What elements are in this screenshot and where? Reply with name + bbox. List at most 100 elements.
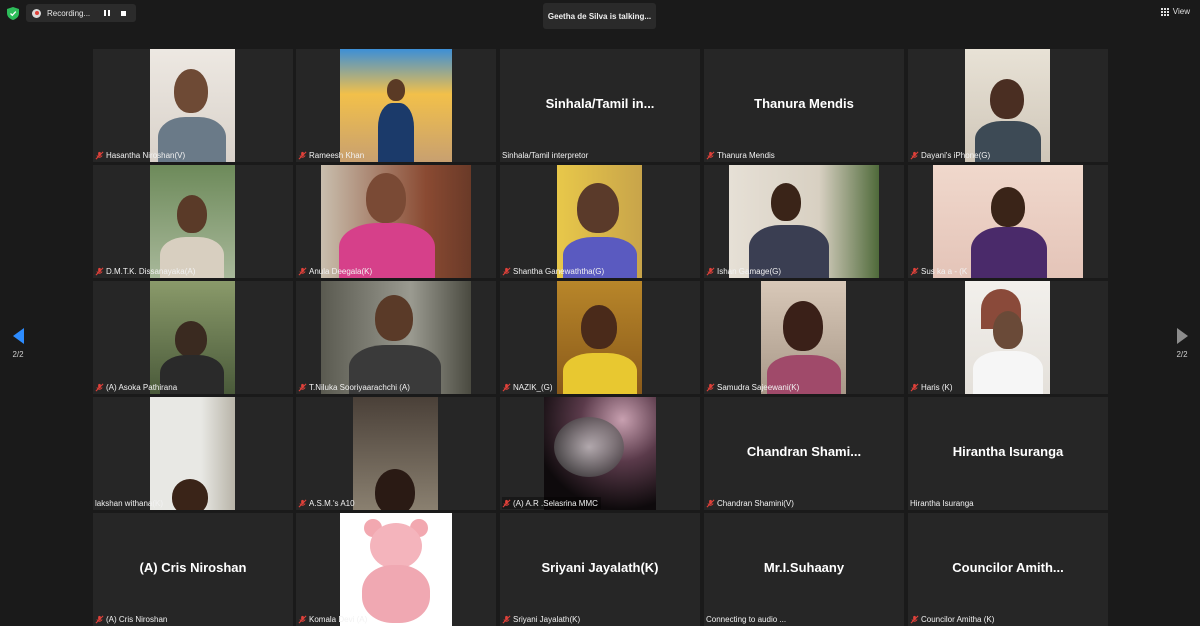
- participant-video: [729, 165, 879, 278]
- muted-mic-icon: [706, 383, 715, 391]
- participant-tile[interactable]: Sus ka a - (K: [908, 165, 1108, 278]
- participant-tile[interactable]: Councilor Amith... Councilor Amitha (K): [908, 513, 1108, 626]
- participant-name-label: Shantha Ganewaththa(G): [502, 265, 607, 277]
- participant-video: [557, 165, 642, 278]
- muted-mic-icon: [910, 151, 919, 159]
- participant-video: [150, 49, 235, 162]
- participant-name-label: Sriyani Jayalath(K): [502, 613, 583, 625]
- participant-tile[interactable]: Dayani's iPhone(G): [908, 49, 1108, 162]
- view-label: View: [1172, 7, 1190, 16]
- participant-tile[interactable]: T.Niluka Sooriyaarachchi (A): [296, 281, 496, 394]
- muted-mic-icon: [298, 151, 307, 159]
- participant-name-label: Councilor Amitha (K): [910, 613, 997, 625]
- participant-name-label: lakshan withana(K): [95, 498, 164, 508]
- participant-name-label: T.Niluka Sooriyaarachchi (A): [298, 381, 413, 393]
- participant-tile[interactable]: Rameesh Khan: [296, 49, 496, 162]
- participant-name-label: Anula Deegala(K): [298, 265, 375, 277]
- participant-tile[interactable]: Sriyani Jayalath(K) Sriyani Jayalath(K): [500, 513, 700, 626]
- participant-video: [150, 397, 235, 510]
- participant-tile[interactable]: Ishan Gamage(G): [704, 165, 904, 278]
- muted-mic-icon: [95, 267, 104, 275]
- participant-tile[interactable]: (A) A.R .Selasrina MMC: [500, 397, 700, 510]
- participant-name-label: Hasantha Niroshan(V): [95, 149, 188, 161]
- participant-name-label: Rameesh Khan: [298, 149, 367, 161]
- muted-mic-icon: [706, 151, 715, 159]
- participant-video: [965, 49, 1050, 162]
- participant-tile[interactable]: (A) Asoka Pathirana: [93, 281, 293, 394]
- participant-tile[interactable]: (A) Cris Niroshan (A) Cris Niroshan: [93, 513, 293, 626]
- participant-video: [353, 397, 438, 510]
- recording-dot-icon: [32, 8, 41, 18]
- participant-display-name: (A) Cris Niroshan: [139, 560, 247, 575]
- participant-display-name: Councilor Amith...: [952, 560, 1064, 575]
- muted-mic-icon: [95, 615, 104, 623]
- muted-mic-icon: [298, 267, 307, 275]
- participant-video: [321, 165, 471, 278]
- participant-tile[interactable]: Chandran Shami... Chandran Shamini(V): [704, 397, 904, 510]
- participant-tile[interactable]: Hasantha Niroshan(V): [93, 49, 293, 162]
- participant-tile[interactable]: A.S.M.'s A10: [296, 397, 496, 510]
- participant-name-label: Sinhala/Tamil interpretor: [502, 150, 589, 160]
- muted-mic-icon: [298, 383, 307, 391]
- participant-video: [965, 281, 1050, 394]
- participant-tile[interactable]: NAZIK_(G): [500, 281, 700, 394]
- muted-mic-icon: [706, 499, 715, 507]
- participant-name-label: (A) Cris Niroshan: [95, 613, 170, 625]
- participant-display-name: Chandran Shami...: [746, 444, 862, 459]
- participant-name-label: Chandran Shamini(V): [706, 497, 797, 509]
- participant-name-label: (A) A.R .Selasrina MMC: [502, 497, 601, 509]
- participant-video: [761, 281, 846, 394]
- active-speaker-banner: Geetha de Silva is talking...: [543, 3, 656, 29]
- recording-indicator: Recording...: [26, 4, 136, 22]
- participant-name-label: Haris (K): [910, 381, 956, 393]
- muted-mic-icon: [502, 383, 511, 391]
- participant-tile[interactable]: Hirantha Isuranga Hirantha Isuranga: [908, 397, 1108, 510]
- pause-recording-button[interactable]: [102, 8, 112, 18]
- participant-name-label: A.S.M.'s A10: [298, 497, 358, 509]
- participant-name-label: Thanura Mendis: [706, 149, 778, 161]
- muted-mic-icon: [298, 615, 307, 623]
- participant-video: [340, 513, 452, 626]
- muted-mic-icon: [910, 615, 919, 623]
- page-indicator-right: 2/2: [1176, 350, 1188, 359]
- page-indicator-left: 2/2: [12, 350, 24, 359]
- previous-page-button[interactable]: 2/2: [8, 328, 28, 368]
- participant-tile[interactable]: D.M.T.K. Dissanayaka(A): [93, 165, 293, 278]
- participant-tile[interactable]: lakshan withana(K): [93, 397, 293, 510]
- participant-tile[interactable]: Komala Devi (A): [296, 513, 496, 626]
- participant-video: [150, 165, 235, 278]
- participant-tile[interactable]: Mr.I.Suhaany Connecting to audio ...: [704, 513, 904, 626]
- participant-name-label: D.M.T.K. Dissanayaka(A): [95, 265, 198, 277]
- muted-mic-icon: [502, 267, 511, 275]
- muted-mic-icon: [706, 267, 715, 275]
- muted-mic-icon: [910, 383, 919, 391]
- participant-tile[interactable]: Sinhala/Tamil in... Sinhala/Tamil interp…: [500, 49, 700, 162]
- view-button[interactable]: View: [1160, 7, 1190, 16]
- participant-tile[interactable]: Haris (K): [908, 281, 1108, 394]
- participant-video: [340, 49, 452, 162]
- muted-mic-icon: [910, 267, 919, 275]
- recording-label: Recording...: [47, 8, 91, 18]
- participant-name-label: Dayani's iPhone(G): [910, 149, 993, 161]
- participant-name-label: Sus ka a - (K: [910, 265, 970, 277]
- participant-tile[interactable]: Anula Deegala(K): [296, 165, 496, 278]
- security-shield-icon[interactable]: [7, 7, 19, 20]
- participant-tile[interactable]: Thanura Mendis Thanura Mendis: [704, 49, 904, 162]
- participant-video: [150, 281, 235, 394]
- participant-tile[interactable]: Shantha Ganewaththa(G): [500, 165, 700, 278]
- participant-name-label: Connecting to audio ...: [706, 614, 787, 624]
- muted-mic-icon: [502, 615, 511, 623]
- participant-display-name: Hirantha Isuranga: [952, 444, 1064, 459]
- muted-mic-icon: [502, 499, 511, 507]
- stop-recording-button[interactable]: [118, 8, 128, 18]
- next-page-button[interactable]: 2/2: [1172, 328, 1192, 368]
- participant-video: [557, 281, 642, 394]
- participant-tile[interactable]: Samudra Sajeewani(K): [704, 281, 904, 394]
- participant-name-label: Samudra Sajeewani(K): [706, 381, 802, 393]
- muted-mic-icon: [95, 151, 104, 159]
- participant-name-label: Komala Devi (A): [298, 613, 370, 625]
- participant-video: [321, 281, 471, 394]
- participant-display-name: Mr.I.Suhaany: [763, 560, 845, 575]
- participant-name-label: Ishan Gamage(G): [706, 265, 784, 277]
- participant-display-name: Sinhala/Tamil in...: [545, 96, 655, 111]
